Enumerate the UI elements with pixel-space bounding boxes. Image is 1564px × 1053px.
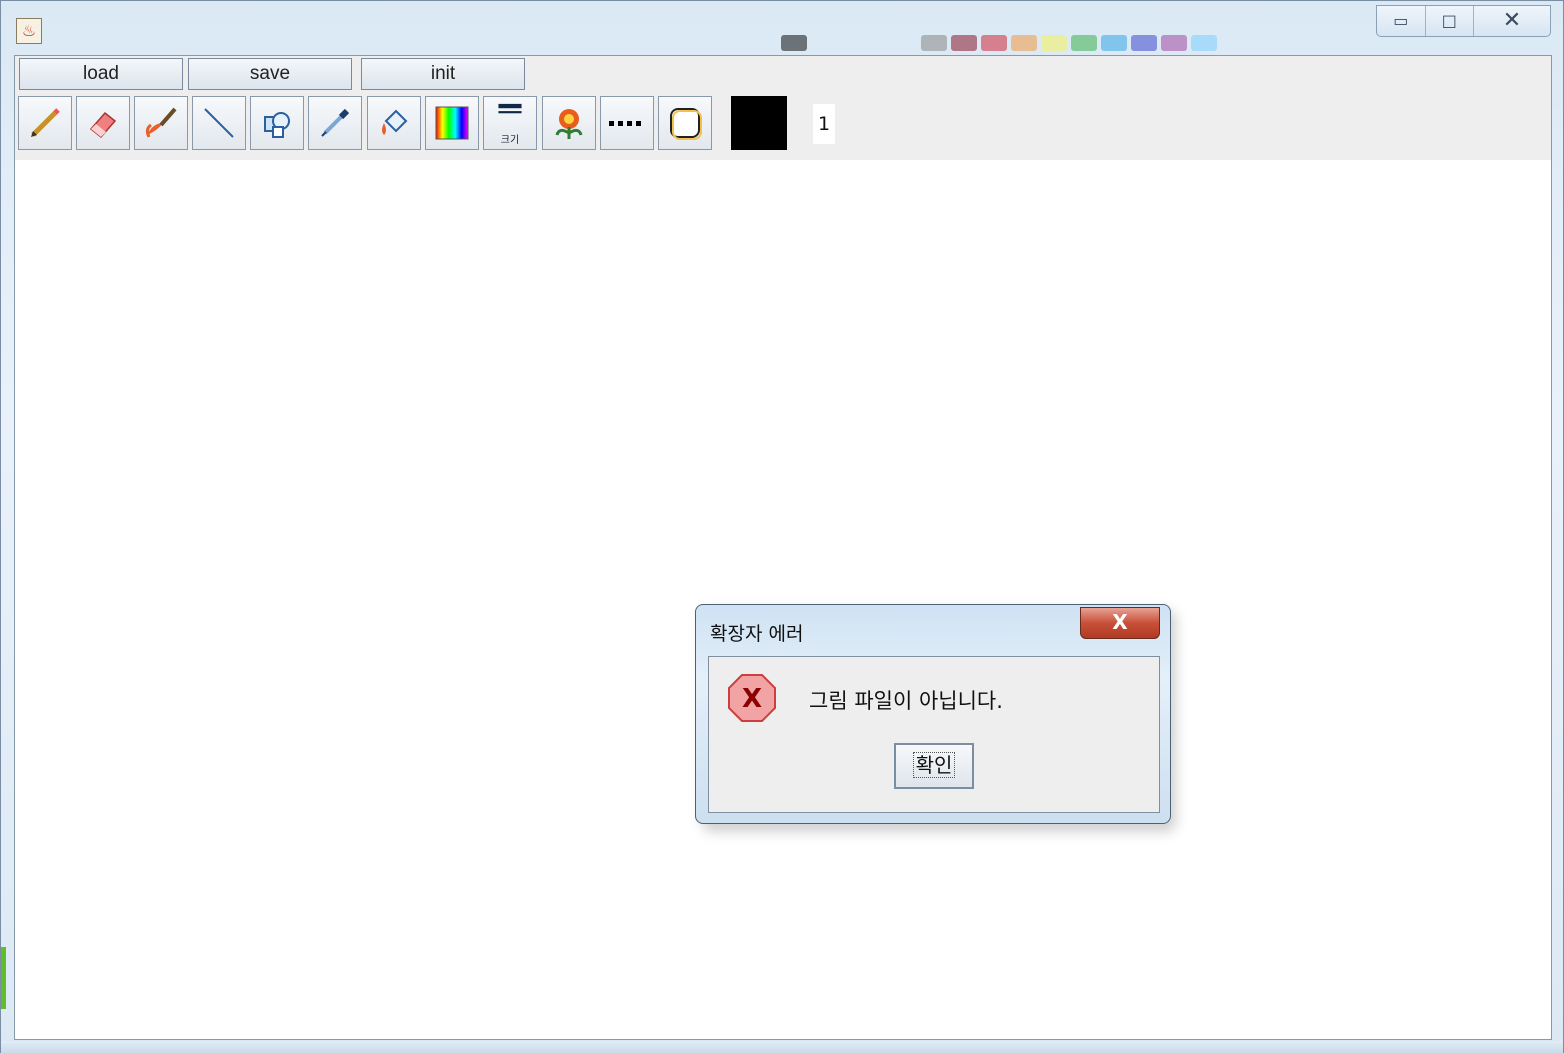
ghost-swatch — [981, 35, 1007, 51]
ok-button-label: 확인 — [912, 752, 956, 778]
pencil-tool-button[interactable] — [18, 96, 72, 150]
stroke-size-value: 1 — [813, 104, 835, 144]
dialog-body: X 그림 파일이 아닙니다. 확인 — [708, 656, 1160, 813]
ghost-swatch — [1131, 35, 1157, 51]
minimize-button[interactable]: ▭ — [1377, 6, 1426, 36]
line-icon — [204, 108, 234, 138]
image-stamp-button[interactable] — [542, 96, 596, 150]
fill-tool-button[interactable] — [367, 96, 421, 150]
drawing-canvas[interactable] — [15, 160, 1551, 1039]
caption-buttons: ▭ □ ✕ — [1376, 5, 1551, 37]
color-spectrum-button[interactable] — [425, 96, 479, 150]
stroke-size-label: 크기 — [500, 135, 520, 146]
flower-icon — [555, 109, 583, 139]
background-swatches — [781, 35, 1217, 51]
shapes-icon — [264, 112, 290, 138]
window-bottom-border — [1, 1041, 1563, 1053]
error-dialog: 확장자 에러 X X 그림 파일이 아닙니다. 확인 — [695, 604, 1171, 824]
rounded-rect-icon — [670, 108, 702, 140]
dotted-line-icon — [609, 121, 641, 126]
rounded-rect-button[interactable] — [658, 96, 712, 150]
paint-bucket-icon — [382, 109, 408, 135]
ghost-swatch — [1041, 35, 1067, 51]
toolbar: load save init 크기 1 — [15, 56, 1551, 160]
line-tool-button[interactable] — [192, 96, 246, 150]
ghost-swatch — [1191, 35, 1217, 51]
stroke-size-button[interactable]: 크기 — [483, 96, 537, 150]
title-bar[interactable]: ♨ ▭ □ ✕ — [1, 1, 1563, 53]
eraser-icon — [89, 111, 117, 139]
spectrum-icon — [435, 106, 469, 140]
brush-tool-button[interactable] — [134, 96, 188, 150]
maximize-button[interactable]: □ — [1426, 6, 1474, 36]
ghost-swatch — [1011, 35, 1037, 51]
ghost-swatch — [1071, 35, 1097, 51]
ok-button[interactable]: 확인 — [894, 743, 974, 789]
eyedropper-icon — [321, 108, 350, 137]
save-button[interactable]: save — [188, 58, 352, 90]
dialog-message: 그림 파일이 아닙니다. — [809, 689, 1003, 713]
dialog-title: 확장자 에러 — [710, 623, 804, 645]
line-width-icon — [498, 103, 522, 114]
shapes-tool-button[interactable] — [250, 96, 304, 150]
ghost-swatch — [921, 35, 947, 51]
close-window-button[interactable]: ✕ — [1474, 6, 1550, 36]
dash-style-button[interactable] — [600, 96, 654, 150]
ghost-swatch — [951, 35, 977, 51]
brush-icon — [145, 107, 177, 138]
error-icon: X — [728, 674, 776, 722]
ghost-swatch — [781, 35, 807, 51]
client-area: load save init 크기 1 — [14, 55, 1552, 1040]
init-button[interactable]: init — [361, 58, 525, 90]
pencil-icon — [31, 108, 60, 137]
app-window: ♨ ▭ □ ✕ load save init 크기 1 — [0, 0, 1564, 1053]
java-cup-icon[interactable]: ♨ — [16, 18, 42, 44]
load-button[interactable]: load — [19, 58, 183, 90]
eraser-tool-button[interactable] — [76, 96, 130, 150]
ghost-swatch — [1101, 35, 1127, 51]
dialog-close-button[interactable]: X — [1080, 607, 1160, 639]
ghost-swatch — [1161, 35, 1187, 51]
current-color-swatch[interactable] — [731, 96, 787, 150]
background-edge — [1, 947, 6, 1009]
svg-text:X: X — [742, 684, 762, 714]
eyedropper-tool-button[interactable] — [308, 96, 362, 150]
